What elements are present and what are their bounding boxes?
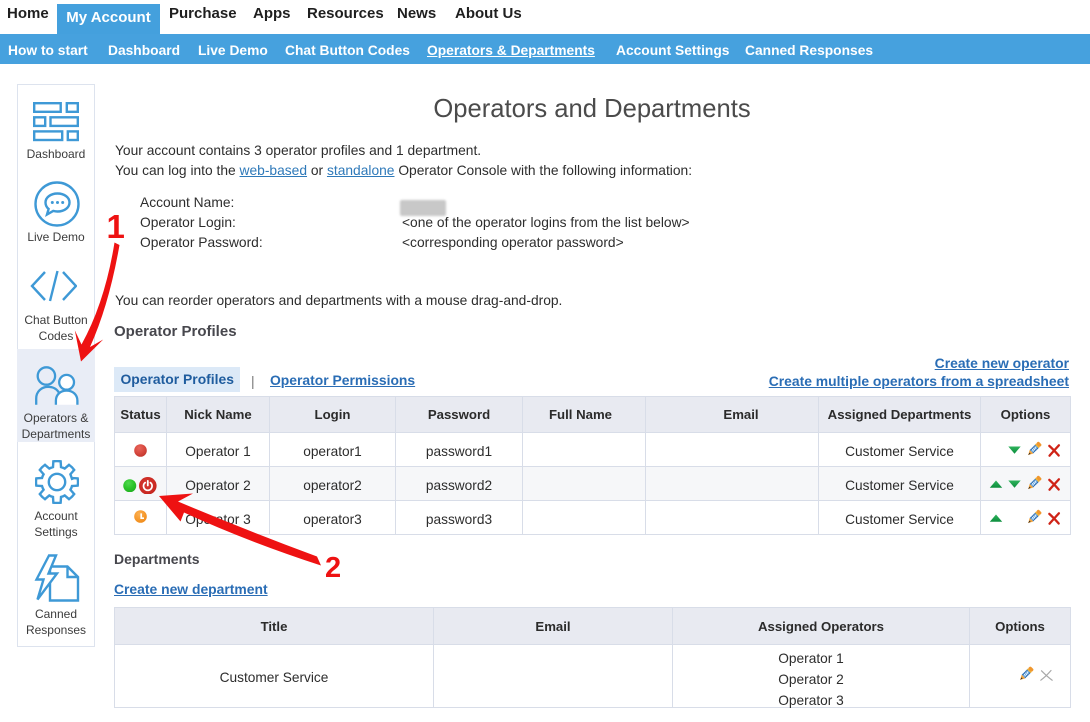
svg-text:2: 2 xyxy=(325,552,341,584)
